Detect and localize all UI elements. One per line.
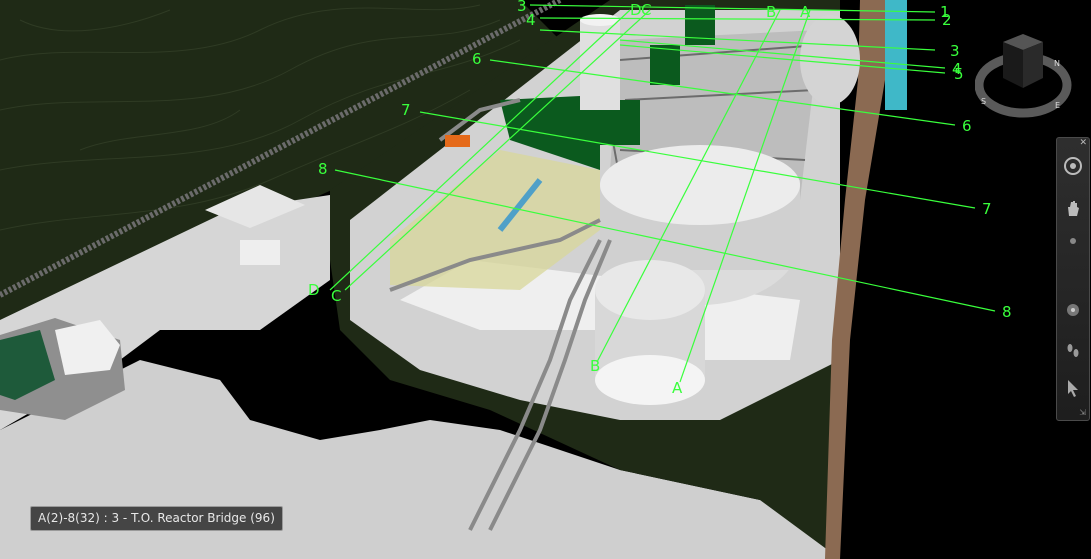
- grid-label-D-bottom: D: [308, 281, 320, 299]
- nav-bar-grip-icon[interactable]: ⇲: [1079, 408, 1086, 417]
- grid-label-D-top: D: [630, 1, 642, 19]
- grid-label-C-top: C: [641, 1, 651, 19]
- grid-label-6-left: 6: [472, 50, 482, 68]
- grid-label-4-left: 4: [526, 11, 536, 29]
- tank-small-base: [595, 355, 705, 405]
- orange-equipment: [445, 135, 470, 147]
- green-block-1: [650, 45, 680, 85]
- pan-hand-icon[interactable]: [1061, 196, 1085, 220]
- plant-model-scene[interactable]: 1 2 3 4 5 6 7 8 3 4 6 7 8 D C B A D C B …: [0, 0, 1091, 559]
- grid-label-A-top: A: [800, 3, 811, 21]
- orbit-icon[interactable]: [1061, 298, 1085, 322]
- grid-label-8-left: 8: [318, 160, 328, 178]
- tank-small-top: [595, 260, 705, 320]
- select-cursor-icon[interactable]: [1061, 376, 1085, 400]
- grid-label-7-right: 7: [982, 200, 992, 218]
- walk-footprints-icon[interactable]: [1061, 338, 1085, 362]
- compass-south: S: [981, 97, 986, 106]
- grid-label-5: 5: [954, 65, 964, 83]
- 3d-viewport[interactable]: 1 2 3 4 5 6 7 8 3 4 6 7 8 D C B A D C B …: [0, 0, 1091, 559]
- steering-wheel-icon[interactable]: [1061, 154, 1085, 178]
- grid-label-8-right: 8: [1002, 303, 1012, 321]
- nav-bar-close-icon[interactable]: ✕: [1079, 138, 1087, 148]
- viewcube[interactable]: N E S: [975, 30, 1075, 120]
- grid-label-6-right: 6: [962, 117, 972, 135]
- compass-east: E: [1055, 101, 1060, 110]
- grid-label-C-bottom: C: [331, 287, 341, 305]
- grid-label-A-bottom: A: [672, 379, 683, 397]
- navigation-bar[interactable]: ✕ ⇲: [1056, 137, 1090, 421]
- grid-label-3: 3: [950, 42, 960, 60]
- grid-label-B-top: B: [766, 3, 776, 21]
- zoom-icon[interactable]: [1061, 229, 1085, 253]
- grid-label-2: 2: [942, 11, 952, 29]
- grid-label-7-left: 7: [401, 101, 411, 119]
- grid-label-B-bottom: B: [590, 357, 600, 375]
- selection-status-tooltip: A(2)-8(32) : 3 - T.O. Reactor Bridge (96…: [30, 506, 283, 531]
- clarifier-tank-top: [600, 145, 800, 225]
- compass-north: N: [1054, 59, 1060, 68]
- cyan-equipment: [885, 0, 907, 110]
- skid-unit: [240, 240, 280, 265]
- viewcube-left-face[interactable]: [1003, 42, 1023, 88]
- viewcube-right-face[interactable]: [1023, 42, 1043, 88]
